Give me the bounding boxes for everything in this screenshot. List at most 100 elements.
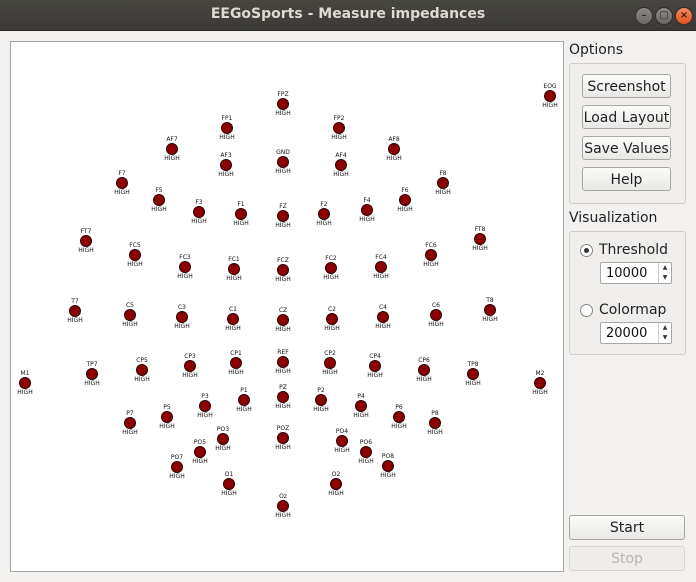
electrode-fp1[interactable]: FP1 HIGH bbox=[197, 115, 257, 142]
spin-down-icon[interactable]: ▼ bbox=[659, 333, 671, 343]
electrode-dot[interactable] bbox=[166, 143, 178, 155]
electrode-dot[interactable] bbox=[223, 478, 235, 490]
electrode-dot[interactable] bbox=[534, 377, 546, 389]
electrode-af4[interactable]: AF4 HIGH bbox=[311, 152, 371, 179]
electrode-dot[interactable] bbox=[333, 122, 345, 134]
electrode-dot[interactable] bbox=[544, 90, 556, 102]
electrode-po8[interactable]: PO8 HIGH bbox=[358, 453, 418, 480]
electrode-dot[interactable] bbox=[361, 204, 373, 216]
electrode-dot[interactable] bbox=[69, 305, 81, 317]
electrode-dot[interactable] bbox=[277, 98, 289, 110]
start-button[interactable]: Start bbox=[569, 515, 685, 540]
electrode-dot[interactable] bbox=[355, 400, 367, 412]
threshold-spin-arrows[interactable]: ▲ ▼ bbox=[658, 263, 671, 283]
colormap-spinbox[interactable]: 20000 ▲ ▼ bbox=[600, 322, 672, 344]
colormap-radio[interactable] bbox=[580, 304, 593, 317]
electrode-dot[interactable] bbox=[136, 364, 148, 376]
spin-up-icon[interactable]: ▲ bbox=[659, 323, 671, 333]
electrode-dot[interactable] bbox=[129, 249, 141, 261]
electrode-dot[interactable] bbox=[124, 417, 136, 429]
electrode-dot[interactable] bbox=[325, 262, 337, 274]
electrode-gnd[interactable]: GND HIGH bbox=[253, 149, 313, 176]
electrode-dot[interactable] bbox=[484, 304, 496, 316]
electrode-poz[interactable]: POZ HIGH bbox=[253, 425, 313, 452]
electrode-af8[interactable]: AF8 HIGH bbox=[364, 136, 424, 163]
threshold-label[interactable]: Threshold bbox=[599, 242, 668, 258]
electrode-dot[interactable] bbox=[330, 478, 342, 490]
electrode-c6[interactable]: C6 HIGH bbox=[406, 302, 466, 329]
electrode-dot[interactable] bbox=[437, 177, 449, 189]
electrode-dot[interactable] bbox=[277, 391, 289, 403]
electrode-dot[interactable] bbox=[335, 159, 347, 171]
threshold-spinbox[interactable]: 10000 ▲ ▼ bbox=[600, 262, 672, 284]
electrode-dot[interactable] bbox=[19, 377, 31, 389]
electrode-dot[interactable] bbox=[238, 394, 250, 406]
colormap-spin-arrows[interactable]: ▲ ▼ bbox=[658, 323, 671, 343]
electrode-dot[interactable] bbox=[277, 264, 289, 276]
electrode-fc2[interactable]: FC2 HIGH bbox=[301, 255, 361, 282]
electrode-dot[interactable] bbox=[399, 194, 411, 206]
electrode-dot[interactable] bbox=[199, 400, 211, 412]
help-button[interactable]: Help bbox=[582, 167, 671, 191]
electrode-dot[interactable] bbox=[80, 235, 92, 247]
threshold-value[interactable]: 10000 bbox=[606, 266, 647, 281]
spin-up-icon[interactable]: ▲ bbox=[659, 263, 671, 273]
maximize-icon[interactable]: □ bbox=[655, 7, 673, 25]
electrode-dot[interactable] bbox=[429, 417, 441, 429]
electrode-dot[interactable] bbox=[388, 143, 400, 155]
electrode-dot[interactable] bbox=[193, 206, 205, 218]
minimize-icon[interactable]: – bbox=[635, 7, 653, 25]
electrode-dot[interactable] bbox=[235, 208, 247, 220]
electrode-dot[interactable] bbox=[324, 357, 336, 369]
electrode-t7[interactable]: T7 HIGH bbox=[45, 298, 105, 325]
electrode-dot[interactable] bbox=[369, 360, 381, 372]
electrode-fpz[interactable]: FPZ HIGH bbox=[253, 91, 313, 118]
electrode-dot[interactable] bbox=[315, 394, 327, 406]
electrode-dot[interactable] bbox=[377, 311, 389, 323]
electrode-m2[interactable]: M2 HIGH bbox=[510, 370, 570, 397]
electrode-af7[interactable]: AF7 HIGH bbox=[142, 136, 202, 163]
electrode-dot[interactable] bbox=[425, 249, 437, 261]
electrode-dot[interactable] bbox=[277, 432, 289, 444]
electrode-dot[interactable] bbox=[176, 311, 188, 323]
screenshot-button[interactable]: Screenshot bbox=[582, 74, 671, 98]
electrode-dot[interactable] bbox=[179, 261, 191, 273]
close-icon[interactable]: × bbox=[675, 7, 693, 25]
electrode-dot[interactable] bbox=[418, 364, 430, 376]
electrode-dot[interactable] bbox=[277, 314, 289, 326]
electrode-af3[interactable]: AF3 HIGH bbox=[196, 152, 256, 179]
electrode-dot[interactable] bbox=[318, 208, 330, 220]
colormap-label[interactable]: Colormap bbox=[599, 302, 666, 318]
electrode-dot[interactable] bbox=[153, 194, 165, 206]
spin-down-icon[interactable]: ▼ bbox=[659, 273, 671, 283]
electrode-dot[interactable] bbox=[375, 261, 387, 273]
electrode-dot[interactable] bbox=[393, 411, 405, 423]
electrode-dot[interactable] bbox=[467, 368, 479, 380]
threshold-radio[interactable] bbox=[580, 244, 593, 257]
electrode-t8[interactable]: T8 HIGH bbox=[460, 297, 520, 324]
electrode-tp8[interactable]: TP8 HIGH bbox=[443, 361, 503, 388]
electrode-p8[interactable]: P8 HIGH bbox=[405, 410, 465, 437]
load-layout-button[interactable]: Load Layout bbox=[582, 105, 671, 129]
electrode-fp2[interactable]: FP2 HIGH bbox=[309, 115, 369, 142]
electrode-dot[interactable] bbox=[277, 500, 289, 512]
electrode-c5[interactable]: C5 HIGH bbox=[100, 302, 160, 329]
electrode-f2[interactable]: F2 HIGH bbox=[294, 201, 354, 228]
electrode-c4[interactable]: C4 HIGH bbox=[353, 304, 413, 331]
electrode-dot[interactable] bbox=[277, 156, 289, 168]
electrode-dot[interactable] bbox=[124, 309, 136, 321]
electrode-dot[interactable] bbox=[217, 433, 229, 445]
electrode-oz[interactable]: Oz HIGH bbox=[253, 493, 313, 520]
electrode-dot[interactable] bbox=[227, 313, 239, 325]
electrode-po3[interactable]: PO3 HIGH bbox=[193, 426, 253, 453]
electrode-o2[interactable]: O2 HIGH bbox=[306, 471, 366, 498]
electrode-dot[interactable] bbox=[161, 411, 173, 423]
electrode-dot[interactable] bbox=[221, 122, 233, 134]
electrode-o1[interactable]: O1 HIGH bbox=[199, 471, 259, 498]
electrode-dot[interactable] bbox=[230, 357, 242, 369]
electrode-m1[interactable]: M1 HIGH bbox=[0, 370, 55, 397]
electrode-dot[interactable] bbox=[277, 356, 289, 368]
electrode-dot[interactable] bbox=[220, 159, 232, 171]
electrode-dot[interactable] bbox=[474, 233, 486, 245]
electrode-dot[interactable] bbox=[86, 368, 98, 380]
